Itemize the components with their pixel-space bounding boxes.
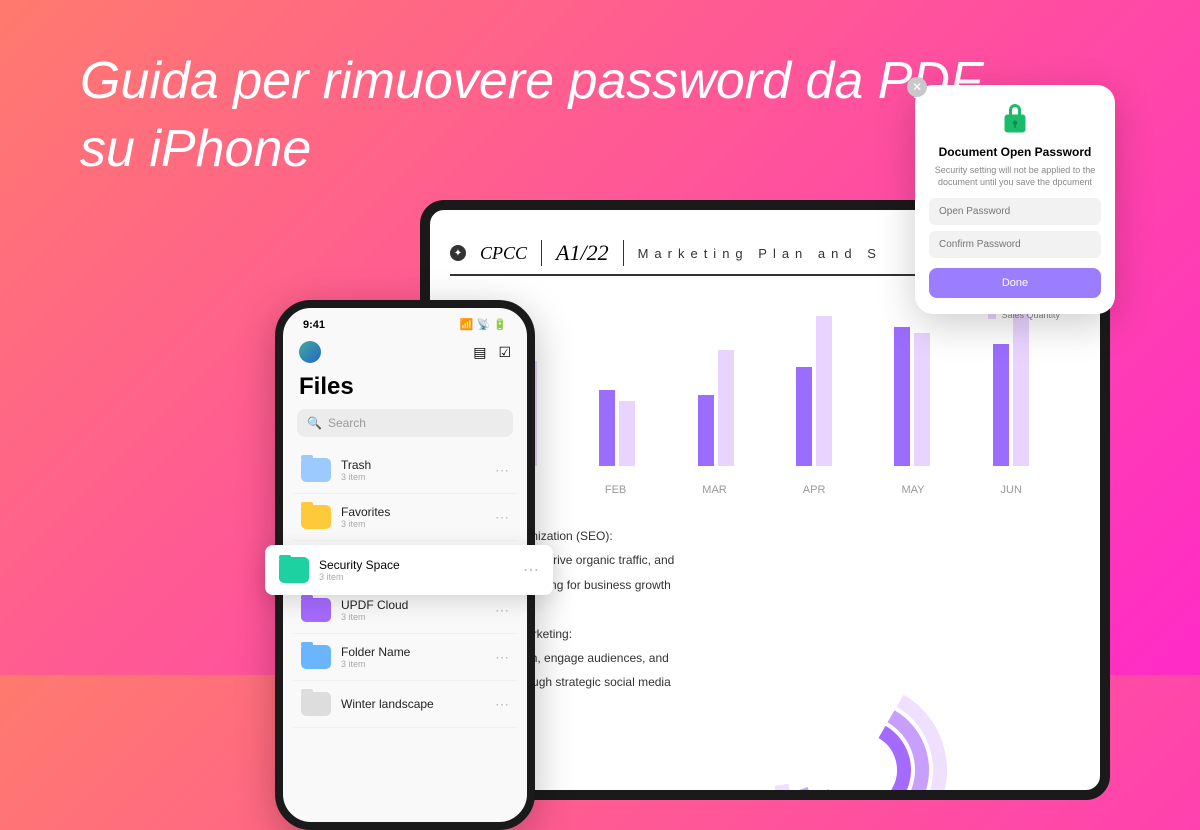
lock-folder-icon: [279, 557, 309, 583]
bar: [894, 327, 910, 466]
bar: [599, 390, 615, 467]
bar-group: [894, 296, 930, 466]
xaxis-label: APR: [803, 484, 826, 496]
list-item-security-space-popout[interactable]: Security Space 3 item ⋯: [265, 545, 553, 595]
xaxis-label: MAY: [901, 484, 924, 496]
done-button[interactable]: Done: [929, 268, 1101, 298]
lock-icon: [997, 101, 1033, 137]
dialog-desc: Security setting will not be applied to …: [929, 165, 1101, 188]
bar: [698, 395, 714, 466]
headline-line1: Guida per rimuovere password da PDF: [80, 48, 982, 116]
status-time: 9:41: [303, 319, 325, 331]
body-line: website ranking for business growth: [480, 575, 1050, 595]
list-item[interactable]: Favorites3 item ⋯: [293, 494, 517, 541]
password-dialog: ✕ Document Open Password Security settin…: [915, 85, 1115, 314]
xaxis-label: MAR: [702, 484, 726, 496]
bar-group: [599, 296, 635, 466]
more-icon[interactable]: ⋯: [523, 560, 539, 580]
grid-view-icon[interactable]: ▤: [473, 344, 486, 361]
body-line: ess.: [480, 599, 1050, 619]
more-icon[interactable]: ⋯: [495, 509, 509, 526]
status-icons: 📶 📡 🔋: [460, 318, 507, 331]
item-name: Folder Name: [341, 645, 485, 659]
bar-group: [698, 296, 734, 466]
status-bar: 9:41 📶 📡 🔋: [283, 308, 527, 335]
body-line: gine Optimization (SEO):: [480, 526, 1050, 546]
doc-title: Marketing Plan and S: [638, 246, 882, 261]
bar: [619, 401, 635, 466]
folder-icon: [301, 597, 331, 623]
item-name: Favorites: [341, 505, 485, 519]
bar: [718, 350, 734, 466]
more-icon[interactable]: ⋯: [495, 649, 509, 666]
item-sub: 3 item: [341, 472, 485, 482]
item-name: Trash: [341, 458, 485, 472]
body-line: rand reach, engage audiences, and: [480, 648, 1050, 668]
open-password-input[interactable]: [929, 198, 1101, 225]
bar-group: [993, 296, 1029, 466]
item-name: UPDF Cloud: [341, 598, 485, 612]
doc-org: CPCC: [480, 243, 527, 264]
star-icon: ✦: [450, 245, 466, 261]
confirm-password-input[interactable]: [929, 231, 1101, 258]
more-icon[interactable]: ⋯: [495, 696, 509, 713]
folder-icon: [301, 504, 331, 530]
headline-line2: su iPhone: [80, 116, 982, 184]
battery-icon: 🔋: [493, 318, 507, 331]
bar: [1013, 313, 1029, 466]
bar: [796, 367, 812, 466]
avatar[interactable]: [299, 341, 321, 363]
folder-icon: [301, 457, 331, 483]
more-icon[interactable]: ⋯: [495, 462, 509, 479]
list-item[interactable]: Folder Name3 item ⋯: [293, 634, 517, 681]
body-line: media marketing:: [480, 624, 1050, 644]
body-line: ine visibility, drive organic traffic, a…: [480, 550, 1050, 570]
doc-code: A1/22: [541, 240, 624, 266]
top-bar: ▤ ☑: [283, 335, 527, 369]
donut-chart: [760, 670, 960, 800]
close-icon[interactable]: ✕: [907, 77, 927, 97]
item-name: Winter landscape: [341, 697, 485, 711]
search-placeholder: Search: [328, 416, 366, 430]
page-title: Files: [283, 369, 527, 409]
bar: [914, 333, 930, 466]
xaxis-label: FEB: [605, 484, 626, 496]
item-name: Security Space: [319, 558, 513, 572]
list-item[interactable]: Trash3 item ⋯: [293, 447, 517, 494]
search-icon: 🔍: [307, 416, 322, 430]
list-item[interactable]: Winter landscape ⋯: [293, 681, 517, 728]
search-input[interactable]: 🔍 Search: [297, 409, 513, 437]
item-sub: 3 item: [341, 659, 485, 669]
bar: [993, 344, 1009, 466]
more-icon[interactable]: ⋯: [495, 602, 509, 619]
item-sub: 3 item: [341, 519, 485, 529]
bar-group: [796, 296, 832, 466]
folder-icon: [301, 691, 331, 717]
dialog-title: Document Open Password: [929, 145, 1101, 159]
item-sub: 3 item: [341, 612, 485, 622]
select-icon[interactable]: ☑: [498, 344, 511, 361]
bar: [816, 316, 832, 466]
folder-icon: [301, 644, 331, 670]
wifi-icon: 📡: [477, 318, 491, 331]
headline: Guida per rimuovere password da PDF su i…: [80, 48, 982, 183]
item-sub: 3 item: [319, 572, 513, 582]
xaxis-label: JUN: [1001, 484, 1022, 496]
signal-icon: 📶: [460, 318, 474, 331]
